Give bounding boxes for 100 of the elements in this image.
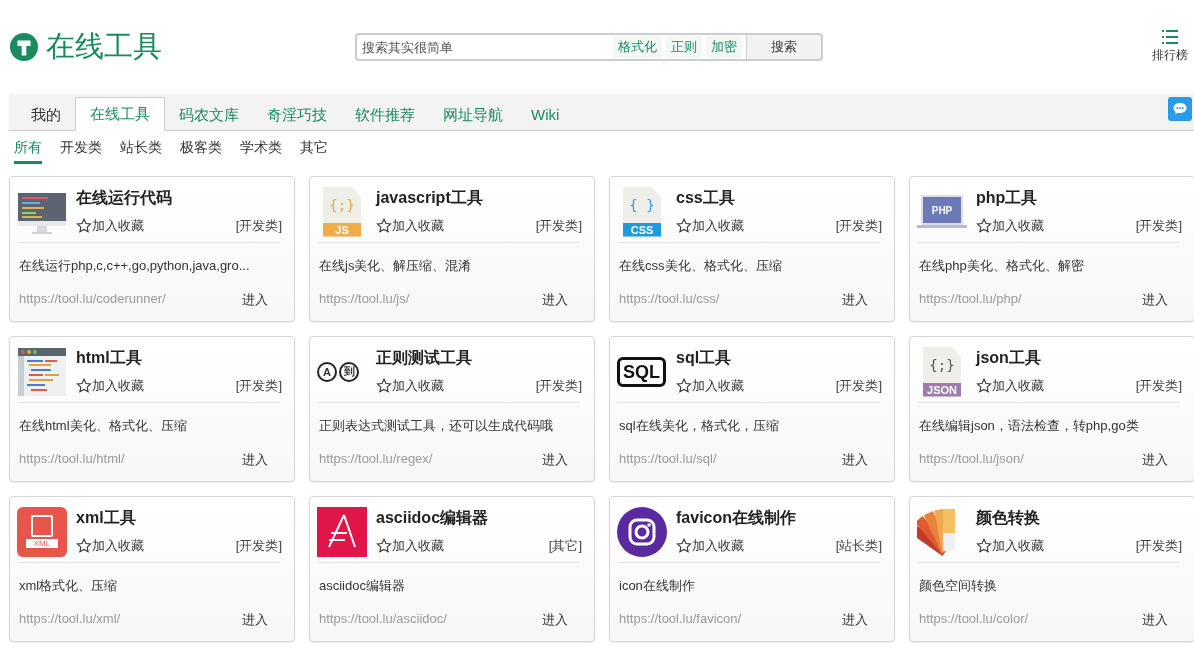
nav-tab[interactable]: 奇淫巧技 xyxy=(253,99,341,131)
star-icon xyxy=(76,218,92,234)
favorite-link[interactable]: 加入收藏 xyxy=(376,377,444,395)
search-field[interactable]: 搜索其实很简单 格式化 正则 加密 xyxy=(355,33,746,61)
tool-title[interactable]: json工具 xyxy=(976,348,1180,369)
enter-link[interactable]: 进入 xyxy=(842,611,868,629)
tool-title[interactable]: xml工具 xyxy=(76,508,280,529)
tool-description: 在线css美化、格式化、压缩 xyxy=(618,257,783,275)
filter-tab[interactable]: 站长类 xyxy=(120,139,162,161)
star-icon xyxy=(976,538,992,554)
tool-description: 在线php美化、格式化、解密 xyxy=(918,257,1085,275)
nav-tab[interactable]: 在线工具 xyxy=(75,97,165,131)
logo-icon xyxy=(10,33,38,61)
tool-description: 在线运行php,c,c++,go,python,java,gro... xyxy=(18,257,251,275)
filter-tab[interactable]: 其它 xyxy=(300,139,328,161)
enter-link[interactable]: 进入 xyxy=(242,291,268,309)
nav-tab[interactable]: Wiki xyxy=(517,99,574,131)
ranking-link[interactable]: 排行榜 xyxy=(1152,30,1188,64)
list-icon xyxy=(1162,30,1178,44)
favorite-link[interactable]: 加入收藏 xyxy=(76,377,144,395)
site-title[interactable]: 在线工具 xyxy=(46,27,162,67)
enter-link[interactable]: 进入 xyxy=(842,291,868,309)
enter-link[interactable]: 进入 xyxy=(1142,291,1168,309)
star-icon xyxy=(376,538,392,554)
search-tag-link[interactable]: 正则 xyxy=(666,36,702,58)
nav-tab[interactable]: 软件推荐 xyxy=(341,99,429,131)
category-label[interactable]: [开发类] xyxy=(235,217,282,235)
tool-url: https://tool.lu/regex/ xyxy=(319,451,433,468)
tool-url: https://tool.lu/asciidoc/ xyxy=(319,611,447,628)
tool-description: 正则表达式测试工具，还可以生成代码哦 xyxy=(318,417,554,435)
star-icon xyxy=(976,218,992,234)
search-tag-link[interactable]: 加密 xyxy=(706,36,742,58)
tool-description: sql在线美化，格式化，压缩 xyxy=(618,417,780,435)
favorite-link[interactable]: 加入收藏 xyxy=(976,217,1044,235)
chat-icon[interactable] xyxy=(1168,97,1192,121)
search-tag-link[interactable]: 格式化 xyxy=(613,36,662,58)
enter-link[interactable]: 进入 xyxy=(242,611,268,629)
enter-link[interactable]: 进入 xyxy=(542,291,568,309)
favorite-link[interactable]: 加入收藏 xyxy=(976,377,1044,395)
enter-link[interactable]: 进入 xyxy=(542,451,568,469)
tool-title[interactable]: 在线运行代码 xyxy=(76,188,280,209)
tool-url: https://tool.lu/coderunner/ xyxy=(19,291,166,308)
enter-link[interactable]: 进入 xyxy=(1142,611,1168,629)
tool-title[interactable]: asciidoc编辑器 xyxy=(376,508,580,529)
tool-description: asciidoc编辑器 xyxy=(318,577,406,595)
category-label[interactable]: [开发类] xyxy=(835,217,882,235)
category-label[interactable]: [开发类] xyxy=(535,217,582,235)
enter-link[interactable]: 进入 xyxy=(842,451,868,469)
tool-description: 在线编辑json，语法检查，转php,go类 xyxy=(918,417,1140,435)
favorite-link[interactable]: 加入收藏 xyxy=(376,217,444,235)
favorite-link[interactable]: 加入收藏 xyxy=(676,537,744,555)
category-label[interactable]: [开发类] xyxy=(535,377,582,395)
filter-tab[interactable]: 所有 xyxy=(14,139,42,164)
category-label[interactable]: [开发类] xyxy=(235,377,282,395)
star-icon xyxy=(76,538,92,554)
enter-link[interactable]: 进入 xyxy=(1142,451,1168,469)
nav-tab[interactable]: 我的 xyxy=(21,99,75,131)
tool-title[interactable]: sql工具 xyxy=(676,348,880,369)
favorite-link[interactable]: 加入收藏 xyxy=(76,537,144,555)
category-label[interactable]: [开发类] xyxy=(835,377,882,395)
category-label[interactable]: [开发类] xyxy=(235,537,282,555)
enter-link[interactable]: 进入 xyxy=(542,611,568,629)
letter-mark-icon xyxy=(317,506,367,557)
category-label[interactable]: [开发类] xyxy=(1135,217,1182,235)
tool-url: https://tool.lu/js/ xyxy=(319,291,410,308)
tool-title[interactable]: php工具 xyxy=(976,188,1180,209)
filter-tab[interactable]: 学术类 xyxy=(240,139,282,161)
tool-title[interactable]: 颜色转换 xyxy=(976,508,1180,529)
category-label[interactable]: [站长类] xyxy=(835,537,882,555)
nav-tab[interactable]: 码农文库 xyxy=(165,99,253,131)
tool-url: https://tool.lu/sql/ xyxy=(619,451,717,468)
favorite-link[interactable]: 加入收藏 xyxy=(976,537,1044,555)
star-icon xyxy=(676,378,692,394)
category-label[interactable]: [开发类] xyxy=(1135,537,1182,555)
favorite-link[interactable]: 加入收藏 xyxy=(676,217,744,235)
category-label[interactable]: [开发类] xyxy=(1135,377,1182,395)
nav-tab[interactable]: 网址导航 xyxy=(429,99,517,131)
tool-title[interactable]: html工具 xyxy=(76,348,280,369)
tool-description: 在线js美化、解压缩、混淆 xyxy=(318,257,473,275)
tool-title[interactable]: javascript工具 xyxy=(376,188,580,209)
tool-description: 颜色空间转换 xyxy=(918,577,998,595)
tool-title[interactable]: favicon在线制作 xyxy=(676,508,880,529)
tool-title[interactable]: 正则测试工具 xyxy=(376,348,580,369)
favorite-link[interactable]: 加入收藏 xyxy=(376,537,444,555)
file-icon: { } CSS xyxy=(623,186,661,237)
category-label[interactable]: [其它] xyxy=(548,537,582,555)
favorite-link[interactable]: 加入收藏 xyxy=(76,217,144,235)
file-icon: {;} JS xyxy=(323,186,361,237)
star-icon xyxy=(676,538,692,554)
tool-title[interactable]: css工具 xyxy=(676,188,880,209)
camera-icon xyxy=(617,506,667,557)
filter-tab[interactable]: 开发类 xyxy=(60,139,102,161)
favorite-link[interactable]: 加入收藏 xyxy=(676,377,744,395)
code-editor-icon xyxy=(17,346,67,397)
tool-description: xml格式化、压缩 xyxy=(18,577,119,595)
filter-tab[interactable]: 极客类 xyxy=(180,139,222,161)
tool-url: https://tool.lu/favicon/ xyxy=(619,611,742,628)
search-button[interactable]: 搜索 xyxy=(746,33,823,61)
star-icon xyxy=(676,218,692,234)
enter-link[interactable]: 进入 xyxy=(242,451,268,469)
